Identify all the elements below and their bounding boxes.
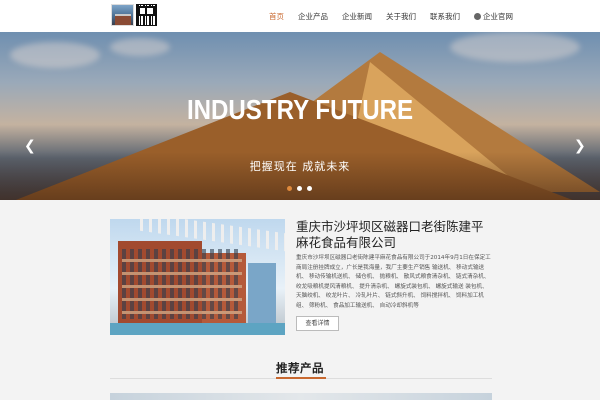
carousel-dots bbox=[287, 186, 317, 191]
globe-icon bbox=[474, 12, 481, 20]
cloud bbox=[10, 42, 100, 68]
company-description: 重庆市沙坪坝区磁器口老街陈建平麻花食品有限公司于2014年9月1日在保定工商局注… bbox=[296, 255, 491, 309]
main-nav: 首页 企业产品 企业新闻 关于我们 联系我们 企业官网 bbox=[269, 0, 527, 32]
building-windows bbox=[122, 249, 242, 319]
banner-title: INDUSTRY FUTURE bbox=[186, 94, 414, 125]
nav-item-contact[interactable]: 联系我们 bbox=[430, 11, 460, 22]
banner-subtitle: 把握现在 成就未来 bbox=[249, 160, 351, 173]
nav-item-news[interactable]: 企业新闻 bbox=[342, 11, 372, 22]
cloud bbox=[110, 38, 170, 56]
nav-item-official-site[interactable]: 企业官网 bbox=[474, 11, 513, 22]
heading-underline bbox=[276, 377, 326, 379]
qr-code-icon bbox=[136, 4, 157, 26]
nav-item-about[interactable]: 关于我们 bbox=[386, 11, 416, 22]
reflecting-pool bbox=[110, 323, 285, 335]
chevron-right-icon[interactable]: ❯ bbox=[574, 138, 586, 154]
chevron-left-icon[interactable]: ❮ bbox=[24, 138, 36, 154]
nav-item-home[interactable]: 首页 bbox=[269, 11, 284, 22]
product-image-strip bbox=[110, 393, 492, 400]
site-header: 首页 企业产品 企业新闻 关于我们 联系我们 企业官网 bbox=[0, 0, 600, 32]
hero-banner: INDUSTRY FUTURE 把握现在 成就未来 ❮ ❯ bbox=[0, 32, 600, 200]
company-building-image bbox=[110, 219, 285, 335]
company-photo-icon[interactable] bbox=[111, 4, 134, 26]
nav-item-products[interactable]: 企业产品 bbox=[298, 11, 328, 22]
building-glass bbox=[248, 263, 276, 323]
carousel-dot-1[interactable] bbox=[287, 186, 292, 191]
products-heading: 推荐产品 bbox=[276, 361, 324, 375]
view-details-button[interactable]: 查看详情 bbox=[296, 316, 339, 331]
carousel-dot-2[interactable] bbox=[297, 186, 302, 191]
company-name: 重庆市沙坪坝区磁器口老街陈建平麻花食品有限公司 bbox=[296, 219, 484, 250]
carousel-dot-3[interactable] bbox=[307, 186, 312, 191]
nav-item-official-site-label: 企业官网 bbox=[483, 11, 513, 21]
